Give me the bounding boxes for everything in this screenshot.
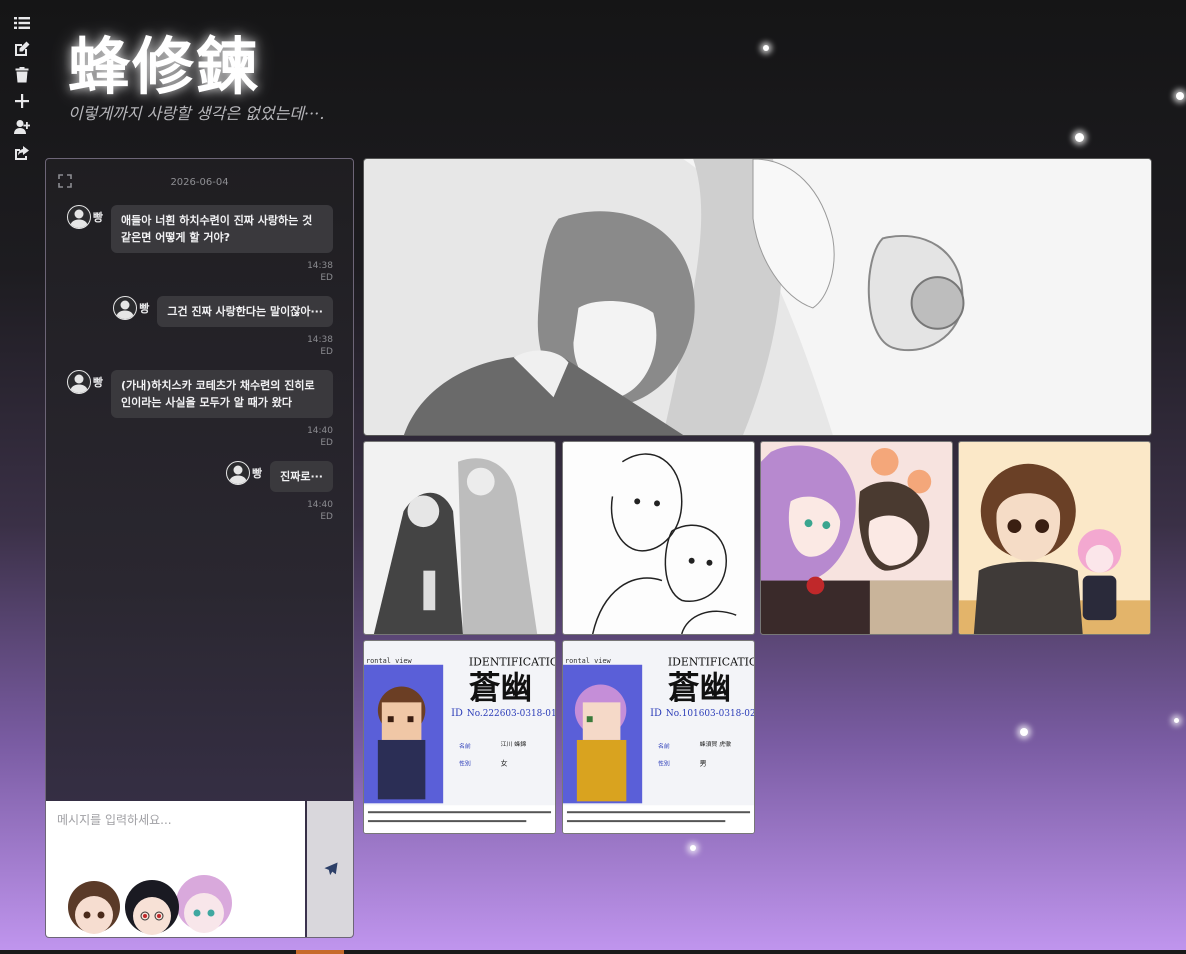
thumbnail-illustration bbox=[761, 442, 952, 634]
message-meta: 14:40 ED bbox=[307, 425, 333, 449]
sparkle-decoration bbox=[763, 45, 769, 51]
delete-button[interactable] bbox=[10, 66, 34, 84]
thumbnail-illustration bbox=[563, 442, 754, 634]
user-icon bbox=[228, 465, 247, 484]
chat-message: 빵 진짜로··· 14:40 ED bbox=[68, 461, 333, 523]
id-card-name: 蜂須賀 虎徹 bbox=[700, 740, 732, 748]
id-card-number: No.101603-0318-02 bbox=[666, 709, 754, 719]
side-toolbar bbox=[10, 14, 36, 162]
plus-icon bbox=[15, 94, 29, 108]
user-icon bbox=[69, 209, 88, 228]
gallery-thumbnail[interactable] bbox=[760, 441, 953, 635]
message-status: ED bbox=[320, 512, 333, 522]
id-card-brand: 蒼幽 bbox=[469, 669, 532, 706]
sender-name: 빵 bbox=[92, 376, 103, 389]
chat-message: 빵 애들아 너흰 하치수련이 진짜 사랑하는 것 같은면 어떻게 할 거야? 1… bbox=[66, 205, 333, 284]
gallery-thumbnail[interactable] bbox=[363, 441, 556, 635]
message-time: 14:38 bbox=[307, 335, 333, 345]
message-list: 빵 애들아 너흰 하치수련이 진짜 사랑하는 것 같은면 어떻게 할 거야? 1… bbox=[46, 205, 353, 535]
avatar bbox=[113, 296, 138, 320]
page-title: 蜂修鍊 bbox=[68, 30, 261, 103]
sparkle-decoration bbox=[1176, 92, 1184, 100]
sender-name: 빵 bbox=[92, 211, 103, 224]
share-button[interactable] bbox=[10, 144, 34, 162]
avatar bbox=[225, 461, 250, 485]
thumbnail-illustration bbox=[364, 442, 555, 634]
message-bubble: 그건 진짜 사랑한다는 말이잖아··· bbox=[157, 296, 333, 327]
edit-icon bbox=[15, 41, 30, 56]
message-status: ED bbox=[320, 438, 333, 448]
list-icon bbox=[14, 17, 30, 29]
id-card-illustration: rontal view IDENTIFICATION C 蒼幽 ID No.10… bbox=[563, 641, 754, 833]
user-icon bbox=[69, 374, 88, 393]
id-card-brand: 蒼幽 bbox=[668, 669, 731, 706]
chat-panel: 2026-06-04 빵 애들아 너흰 하치수련이 진짜 사랑하는 것 같은면 … bbox=[45, 158, 354, 938]
sparkle-decoration bbox=[1020, 728, 1028, 736]
id-card-number: No.222603-0318-01 bbox=[467, 709, 555, 719]
sparkle-decoration bbox=[690, 845, 696, 851]
featured-image[interactable] bbox=[363, 158, 1152, 436]
share-icon bbox=[15, 146, 29, 160]
sender-name: 빵 bbox=[139, 302, 150, 315]
id-card-thumbnail[interactable]: rontal view IDENTIFICATION C 蒼幽 ID No.22… bbox=[363, 640, 556, 834]
message-input[interactable] bbox=[46, 801, 305, 937]
chat-message: 빵 그건 진짜 사랑한다는 말이잖아··· 14:38 ED bbox=[68, 296, 333, 358]
sparkle-decoration bbox=[1174, 718, 1179, 723]
message-bubble: 애들아 너흰 하치수련이 진짜 사랑하는 것 같은면 어떻게 할 거야? bbox=[111, 205, 333, 253]
thumbnail-illustration bbox=[959, 442, 1150, 634]
id-card-header: IDENTIFICATION C bbox=[469, 656, 555, 669]
svg-text:名前: 名前 bbox=[658, 742, 670, 750]
message-meta: 14:40 ED bbox=[307, 499, 333, 523]
list-button[interactable] bbox=[10, 14, 34, 32]
svg-text:ID: ID bbox=[451, 708, 463, 719]
id-card-thumbnail[interactable]: rontal view IDENTIFICATION C 蒼幽 ID No.10… bbox=[562, 640, 755, 834]
message-meta: 14:38 ED bbox=[307, 334, 333, 358]
id-card-header: IDENTIFICATION C bbox=[668, 656, 754, 669]
chat-message: 빵 (가내)하치스카 코테츠가 채수련의 진히로인이라는 사실을 모두가 알 때… bbox=[66, 370, 333, 449]
add-user-button[interactable] bbox=[10, 118, 34, 136]
message-status: ED bbox=[320, 347, 333, 357]
avatar bbox=[66, 205, 91, 229]
header: 蜂修鍊 이렇게까지 사랑할 생각은 없었는데···. bbox=[68, 32, 324, 124]
add-button[interactable] bbox=[10, 92, 34, 110]
svg-text:性別: 性別 bbox=[459, 760, 471, 768]
bottom-bar bbox=[0, 950, 1186, 954]
chat-date: 2026-06-04 bbox=[170, 177, 229, 188]
message-time: 14:40 bbox=[307, 426, 333, 436]
svg-text:名前: 名前 bbox=[459, 742, 471, 750]
sender-name: 빵 bbox=[251, 467, 263, 480]
trash-icon bbox=[15, 67, 29, 83]
bottom-bar-segment bbox=[296, 950, 344, 954]
message-bubble: 진짜로··· bbox=[270, 461, 333, 492]
sparkle-decoration bbox=[1075, 133, 1084, 142]
svg-text:性別: 性別 bbox=[658, 760, 670, 768]
edit-button[interactable] bbox=[10, 40, 34, 58]
id-card-gender: 女 bbox=[501, 759, 508, 768]
page-subtitle: 이렇게까지 사랑할 생각은 없었는데···. bbox=[68, 104, 325, 123]
id-card-name: 江川 蜂錦 bbox=[501, 740, 527, 748]
message-composer bbox=[46, 801, 353, 937]
id-card-gender: 男 bbox=[700, 760, 707, 768]
paper-plane-icon bbox=[324, 862, 338, 876]
featured-illustration bbox=[364, 159, 1151, 435]
gallery-thumbnail[interactable] bbox=[562, 441, 755, 635]
id-card-view-label: rontal view bbox=[366, 657, 413, 665]
message-meta: 14:38 ED bbox=[307, 260, 333, 284]
user-plus-icon bbox=[14, 120, 30, 134]
send-button[interactable] bbox=[307, 801, 353, 937]
svg-text:ID: ID bbox=[650, 708, 662, 719]
avatar bbox=[66, 370, 91, 394]
message-bubble: (가내)하치스카 코테츠가 채수련의 진히로인이라는 사실을 모두가 알 때가 … bbox=[111, 370, 333, 418]
user-icon bbox=[116, 300, 135, 319]
id-card-view-label: rontal view bbox=[565, 657, 612, 665]
gallery-thumbnail[interactable] bbox=[958, 441, 1151, 635]
message-time: 14:40 bbox=[307, 500, 333, 510]
message-time: 14:38 bbox=[307, 261, 333, 271]
message-status: ED bbox=[320, 273, 333, 283]
id-card-illustration: rontal view IDENTIFICATION C 蒼幽 ID No.22… bbox=[364, 641, 555, 833]
